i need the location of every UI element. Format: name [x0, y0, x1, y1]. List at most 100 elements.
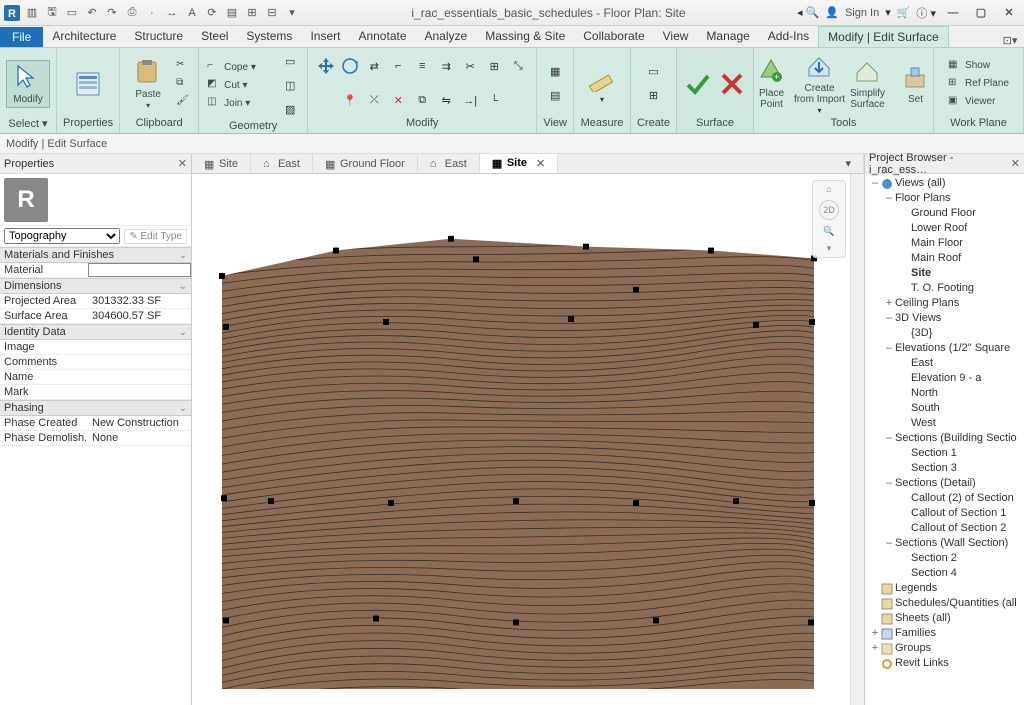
browser-close-icon[interactable]: ✕: [1011, 157, 1020, 170]
ribbon-switch-icon[interactable]: ⊡▾: [996, 34, 1024, 47]
geom-icon-3[interactable]: ▨: [279, 98, 301, 120]
join-button[interactable]: ◫Join ▾: [205, 95, 275, 111]
prop-row[interactable]: Comments: [0, 355, 191, 370]
nav-caret-icon[interactable]: ▾: [827, 243, 832, 254]
tree-node[interactable]: West: [865, 416, 1024, 431]
prop-row[interactable]: Surface Area304600.57 SF: [0, 309, 191, 324]
tree-node[interactable]: {3D}: [865, 326, 1024, 341]
tree-node[interactable]: Elevation 9 - a: [865, 371, 1024, 386]
tree-node[interactable]: –Floor Plans: [865, 191, 1024, 206]
array-icon[interactable]: ⊞: [483, 55, 505, 77]
prop-group[interactable]: Identity Data⌄: [0, 324, 191, 340]
qat-window-icon[interactable]: ▤: [224, 5, 240, 21]
delete-icon[interactable]: ✕: [387, 90, 409, 112]
create-import-button[interactable]: Create from Import ▾: [798, 50, 842, 117]
place-point-button[interactable]: + Place Point: [750, 55, 794, 112]
qat-save-icon[interactable]: 🖫: [44, 5, 60, 21]
tree-node[interactable]: Section 4: [865, 566, 1024, 581]
finish-surface-icon[interactable]: [683, 69, 713, 99]
ribbon-tab-annotate[interactable]: Annotate: [349, 26, 415, 47]
prop-group[interactable]: Dimensions⌄: [0, 278, 191, 294]
tree-node[interactable]: Section 2: [865, 551, 1024, 566]
tree-node[interactable]: East: [865, 356, 1024, 371]
scale-icon[interactable]: ⤡: [507, 55, 529, 77]
viewer-button[interactable]: ▣Viewer: [946, 94, 1011, 110]
create-icon-1[interactable]: ▭: [642, 61, 664, 83]
paste-button[interactable]: Paste ▾: [126, 56, 170, 112]
prop-row[interactable]: Name: [0, 370, 191, 385]
ribbon-tab-analyze[interactable]: Analyze: [416, 26, 477, 47]
tree-node[interactable]: Main Roof: [865, 251, 1024, 266]
tree-node[interactable]: Legends: [865, 581, 1024, 596]
view-tab[interactable]: ⌂East: [251, 154, 313, 173]
type-keyword-icon[interactable]: ◂ 🔍: [797, 6, 819, 19]
ribbon-tab-structure[interactable]: Structure: [125, 26, 192, 47]
ribbon-tab-view[interactable]: View: [654, 26, 698, 47]
ribbon-tab-collaborate[interactable]: Collaborate: [574, 26, 653, 47]
favorites-icon[interactable]: ▾: [885, 6, 891, 19]
extend-icon[interactable]: →|: [459, 90, 481, 112]
view-icon-2[interactable]: ▤: [544, 85, 566, 107]
topography[interactable]: [216, 229, 826, 689]
tree-node[interactable]: T. O. Footing: [865, 281, 1024, 296]
cut-button[interactable]: ✂: [174, 58, 192, 74]
prop-row[interactable]: Mark: [0, 385, 191, 400]
align-icon[interactable]: ≡: [411, 55, 433, 77]
tree-node[interactable]: Ground Floor: [865, 206, 1024, 221]
split-icon[interactable]: ✂: [459, 55, 481, 77]
prop-row[interactable]: Phase Demolish...None: [0, 431, 191, 446]
qat-print-icon[interactable]: ⎙: [124, 5, 140, 21]
properties-close-icon[interactable]: ✕: [178, 157, 187, 170]
cope-button[interactable]: ⌐Cope ▾: [205, 59, 275, 75]
prop-row[interactable]: Projected Area301332.33 SF: [0, 294, 191, 309]
nav-icon[interactable]: 🔍: [823, 226, 834, 237]
tree-node[interactable]: Revit Links: [865, 656, 1024, 671]
tree-node[interactable]: –Elevations (1/2" Square: [865, 341, 1024, 356]
pin-icon[interactable]: 📍: [339, 90, 361, 112]
prop-row[interactable]: Image: [0, 340, 191, 355]
tree-node[interactable]: Main Floor: [865, 236, 1024, 251]
view-tab[interactable]: ▦Site✕: [480, 154, 558, 173]
tree-node[interactable]: –Sections (Building Sectio: [865, 431, 1024, 446]
qat-measure-icon[interactable]: ↔: [164, 5, 180, 21]
corner-icon[interactable]: └: [483, 90, 505, 112]
ribbon-tab-add-ins[interactable]: Add-Ins: [759, 26, 818, 47]
view-tab-list-icon[interactable]: ▾: [833, 154, 864, 173]
mirror-icon[interactable]: ⇄: [363, 55, 385, 77]
tree-node[interactable]: Lower Roof: [865, 221, 1024, 236]
help-icon[interactable]: ⓘ ▾: [916, 5, 936, 21]
qat-back-icon[interactable]: ▭: [64, 5, 80, 21]
file-tab[interactable]: File: [0, 27, 43, 47]
maximize-button[interactable]: ▢: [970, 4, 992, 22]
prop-row[interactable]: Material: [0, 263, 191, 278]
signin-label[interactable]: Sign In: [845, 7, 879, 19]
tree-node[interactable]: +Groups: [865, 641, 1024, 656]
tree-node[interactable]: North: [865, 386, 1024, 401]
cut-geom-button[interactable]: ◩Cut ▾: [205, 77, 275, 93]
prop-row[interactable]: Phase CreatedNew Construction: [0, 416, 191, 431]
refplane-button[interactable]: ⊞Ref Plane: [946, 76, 1011, 92]
ribbon-tab-systems[interactable]: Systems: [237, 26, 301, 47]
tree-node[interactable]: –Views (all): [865, 176, 1024, 191]
close-button[interactable]: ✕: [998, 4, 1020, 22]
zoom2d-icon[interactable]: 2D: [819, 200, 839, 220]
set-button[interactable]: Set: [894, 61, 938, 107]
canvas[interactable]: ⌂ 2D 🔍 ▾: [192, 174, 864, 705]
tree-node[interactable]: Callout of Section 2: [865, 521, 1024, 536]
show-button[interactable]: ▦Show: [946, 58, 1011, 74]
ribbon-tab-insert[interactable]: Insert: [301, 26, 349, 47]
tree-node[interactable]: Site: [865, 266, 1024, 281]
modify-tool-button[interactable]: Modify: [6, 60, 50, 108]
home-icon[interactable]: ⌂: [826, 184, 831, 194]
qat-dropdown-icon[interactable]: ▾: [284, 5, 300, 21]
tree-node[interactable]: +Families: [865, 626, 1024, 641]
copy-button[interactable]: ⧉: [174, 76, 192, 92]
canvas-scrollbar[interactable]: [850, 174, 864, 705]
view-tab[interactable]: ⌂East: [418, 154, 480, 173]
tree-node[interactable]: –Sections (Detail): [865, 476, 1024, 491]
minimize-button[interactable]: —: [942, 4, 964, 22]
tree-node[interactable]: Callout (2) of Section: [865, 491, 1024, 506]
measure-button[interactable]: ▾: [580, 62, 624, 106]
qat-open-icon[interactable]: ▥: [24, 5, 40, 21]
tree-node[interactable]: Callout of Section 1: [865, 506, 1024, 521]
